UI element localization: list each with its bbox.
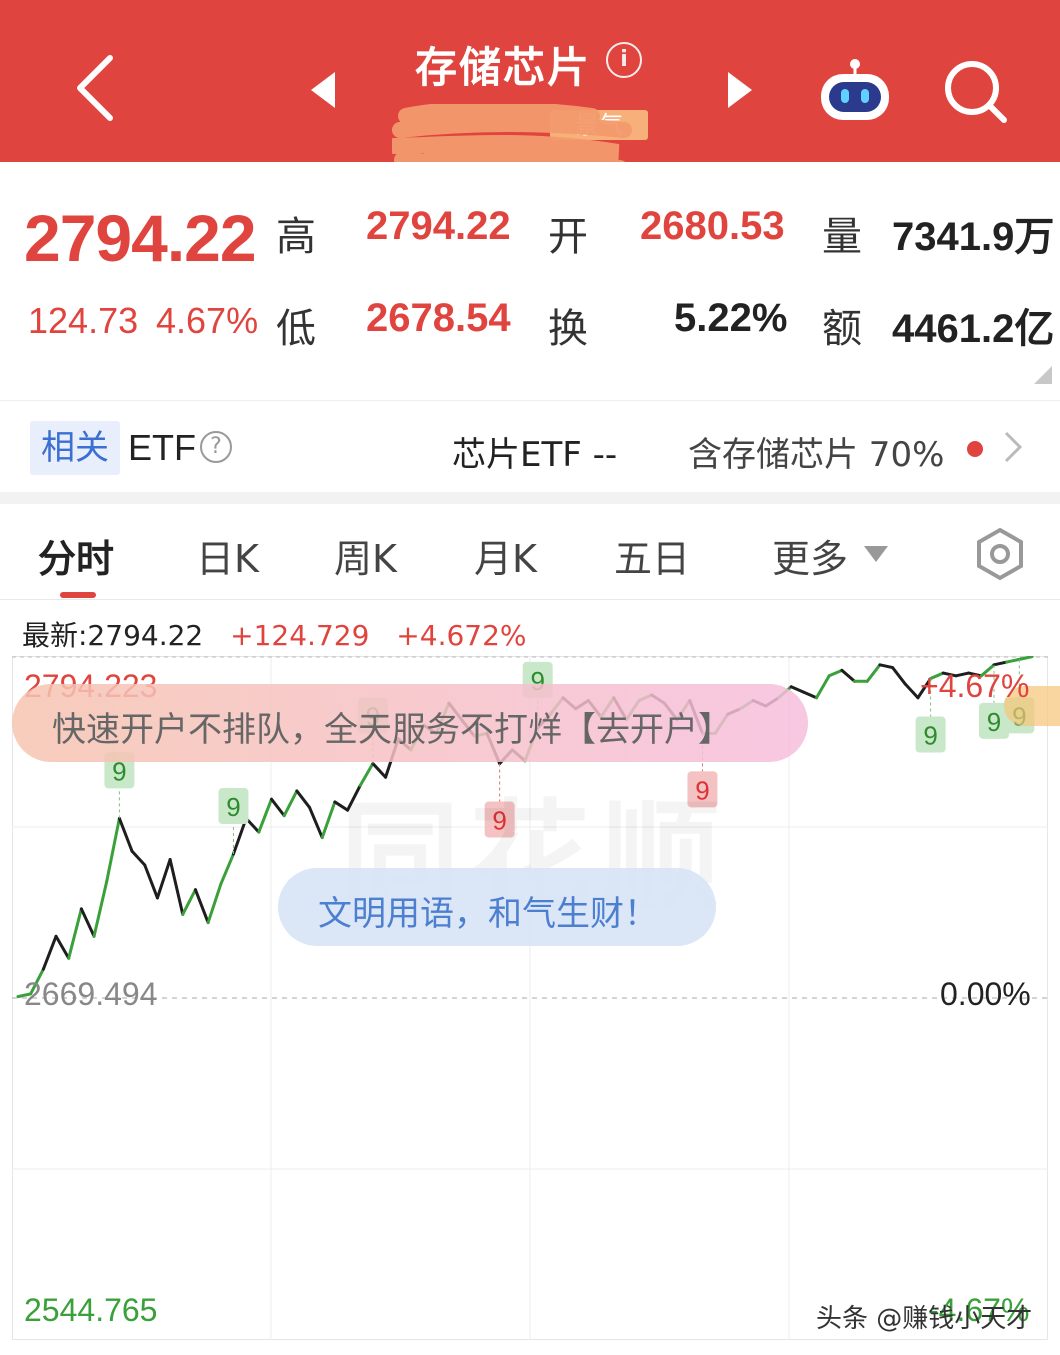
header-subtitle: 景气 (392, 104, 654, 176)
low-value: 2678.54 (366, 296, 511, 340)
next-stock-icon[interactable] (720, 68, 760, 112)
open-account-banner-text: 快速开户不排队，全天服务不打烊【去开户】 (52, 710, 732, 750)
etf-value: -- (592, 435, 618, 475)
price-segment (105, 816, 121, 883)
civility-notice-text: 文明用语，和气生财！ (318, 894, 658, 934)
change-readout: +124.729 (230, 619, 370, 652)
expand-corner-icon[interactable] (1034, 366, 1052, 384)
related-etf-bar[interactable]: 相关 ETF ? 芯片ETF -- 含存储芯片 70% (0, 400, 1060, 492)
tab-daily-k[interactable]: 日K (196, 528, 259, 583)
open-account-banner[interactable]: 快速开户不排队，全天服务不打烊【去开户】 (12, 684, 808, 762)
price-change-pct: 4.67% (156, 300, 259, 341)
chevron-right-icon[interactable] (998, 427, 1028, 467)
price-segment (67, 907, 83, 960)
price-segment (308, 805, 324, 840)
author-credit: 头条 @赚钱小天才 (816, 1304, 1033, 1334)
pct-top-label: +4.67% (920, 668, 1030, 704)
price-segment (295, 789, 312, 809)
price-segment (815, 674, 831, 700)
y-min-label: 2544.765 (24, 1292, 158, 1328)
signal-digit: 9 (923, 721, 937, 751)
y-mid-label: 2669.494 (24, 976, 158, 1012)
open-label: 开 (548, 214, 588, 260)
price-segment (992, 660, 1009, 667)
settings-hexagon-icon[interactable] (972, 526, 1028, 582)
robot-assistant-icon[interactable] (815, 56, 895, 126)
price-segment (143, 863, 159, 900)
price-segment (130, 849, 147, 867)
price-segment (891, 666, 907, 686)
related-tag: 相关 (30, 421, 120, 475)
app-header: 存储芯片 i 景气 (0, 0, 1060, 176)
search-icon[interactable] (940, 56, 1012, 128)
price-segment (878, 663, 895, 670)
previous-stock-icon[interactable] (305, 68, 345, 112)
tab-intraday[interactable]: 分时 (38, 528, 114, 583)
price-segment (320, 800, 337, 840)
active-tab-indicator (60, 592, 96, 598)
price-segment (54, 934, 71, 960)
etf-name: 芯片ETF -- (452, 427, 617, 476)
volume-label: 量 (822, 214, 862, 260)
turnover-value: 5.22% (674, 296, 788, 340)
info-icon[interactable]: i (606, 42, 642, 78)
price-segment (206, 882, 223, 925)
price-segment (282, 789, 299, 818)
civility-notice-banner: 文明用语，和气生财！ (278, 868, 716, 946)
price-segment (802, 690, 819, 700)
price-segment (270, 797, 286, 818)
turnover-label: 换 (548, 306, 588, 352)
price-segment (827, 668, 844, 678)
tab-weekly-k[interactable]: 周K (334, 528, 397, 583)
high-value: 2794.22 (366, 204, 511, 248)
price-segment (193, 888, 210, 925)
high-label: 高 (276, 214, 316, 260)
change-pct-readout: +4.672% (396, 619, 527, 652)
back-arrow-icon[interactable] (62, 48, 132, 128)
etf-label: ETF (128, 427, 196, 468)
low-label: 低 (276, 306, 316, 352)
latest-price-readout: 最新:2794.22 (22, 619, 204, 652)
status-dot (967, 441, 983, 457)
price-segment (903, 682, 920, 700)
quote-panel: 2794.22 124.73 4.67% 高 2794.22 开 2680.53… (0, 162, 1060, 400)
etf-relation: 含存储芯片 70% (688, 435, 945, 475)
price-segment (41, 934, 58, 971)
price-segment (79, 907, 96, 938)
help-icon[interactable]: ? (200, 431, 232, 463)
amount-label: 额 (822, 306, 862, 352)
pct-mid-label: 0.00% (940, 976, 1031, 1012)
chart-tabs: 分时 日K 周K 月K 五日 更多 (0, 504, 1060, 600)
price-segment (155, 858, 172, 900)
price-segment (840, 668, 857, 683)
open-value: 2680.53 (640, 204, 785, 248)
price-segment (168, 858, 185, 916)
etf-name-text: 芯片ETF (452, 435, 582, 475)
caret-down-icon[interactable] (864, 546, 888, 562)
signal-digit: 9 (226, 792, 240, 822)
price-segment (865, 663, 882, 683)
volume-value: 7341.9万 (892, 215, 1055, 259)
price-change: 124.73 (28, 300, 139, 341)
price-segment (219, 852, 235, 886)
tab-five-day[interactable]: 五日 (614, 528, 690, 583)
current-price: 2794.22 (24, 201, 257, 275)
tab-more[interactable]: 更多 (772, 528, 848, 583)
price-segment (117, 816, 134, 853)
stock-title: 存储芯片 (415, 43, 592, 92)
price-segment (92, 879, 109, 938)
signal-digit: 9 (987, 707, 1001, 737)
amount-value: 4461.2亿 (892, 307, 1055, 351)
section-divider (0, 492, 1060, 504)
tab-monthly-k[interactable]: 月K (474, 528, 537, 583)
price-segment (181, 888, 197, 916)
price-segment (1005, 657, 1021, 664)
chart-info-row: 最新:2794.22 +124.729 +4.672% (22, 614, 545, 654)
